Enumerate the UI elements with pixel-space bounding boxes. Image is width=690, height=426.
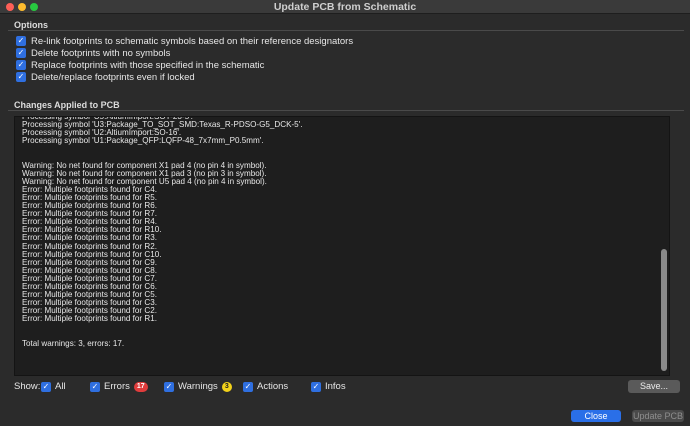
option-delete-footprints[interactable]: ✓ Delete footprints with no symbols (16, 47, 170, 59)
filter-warnings[interactable]: ✓ Warnings 3 (164, 381, 232, 392)
filter-infos[interactable]: ✓ Infos (311, 381, 346, 392)
filter-label: Actions (257, 381, 289, 392)
log-line: Error: Multiple footprints found for R1. (22, 314, 157, 324)
option-label: Replace footprints with those specified … (31, 59, 265, 71)
errors-count-badge: 17 (133, 381, 148, 392)
log-line: Total warnings: 3, errors: 17. (22, 338, 125, 348)
option-label: Delete footprints with no symbols (31, 47, 171, 59)
filter-all[interactable]: ✓ All (41, 381, 66, 392)
checkbox-checked-icon[interactable]: ✓ (311, 381, 321, 392)
log-scrollbar[interactable] (661, 121, 667, 373)
warnings-count-badge: 3 (221, 381, 232, 392)
filter-errors[interactable]: ✓ Errors 17 (90, 381, 148, 392)
checkbox-checked-icon[interactable]: ✓ (243, 381, 253, 392)
filter-actions[interactable]: ✓ Actions (243, 381, 288, 392)
window-title: Update PCB from Schematic (273, 1, 417, 13)
option-label: Re-link footprints to schematic symbols … (31, 35, 354, 47)
changes-divider (8, 110, 684, 111)
checkbox-checked-icon[interactable]: ✓ (16, 48, 26, 58)
checkbox-checked-icon[interactable]: ✓ (41, 381, 51, 392)
checkbox-checked-icon[interactable]: ✓ (16, 60, 26, 70)
filter-bar: Show: ✓ All ✓ Errors 17 ✓ Warnings 3 ✓ A… (14, 380, 680, 394)
checkbox-checked-icon[interactable]: ✓ (16, 72, 26, 82)
filter-label: All (55, 381, 66, 392)
checkbox-checked-icon[interactable]: ✓ (164, 381, 174, 392)
option-label: Delete/replace footprints even if locked (31, 71, 195, 83)
options-divider (8, 30, 684, 31)
show-label: Show: (14, 381, 41, 392)
changes-log[interactable]: Processing symbol 'U5:AltiumImport:SOT-2… (14, 116, 670, 376)
filter-label: Warnings (178, 381, 218, 392)
filter-label: Errors (104, 381, 130, 392)
checkbox-checked-icon[interactable]: ✓ (16, 36, 26, 46)
filter-label: Infos (325, 381, 346, 392)
log-lines: Processing symbol 'U5:AltiumImport:SOT-2… (22, 117, 302, 348)
title-bar: Update PCB from Schematic (0, 0, 690, 14)
update-pcb-button[interactable]: Update PCB (632, 410, 684, 422)
save-button[interactable]: Save... (628, 380, 680, 393)
changes-section-label: Changes Applied to PCB (14, 100, 120, 110)
close-button[interactable]: Close (571, 410, 621, 422)
option-relink-footprints[interactable]: ✓ Re-link footprints to schematic symbol… (16, 35, 353, 47)
checkbox-checked-icon[interactable]: ✓ (90, 381, 100, 392)
options-section-label: Options (14, 20, 48, 30)
option-replace-footprints[interactable]: ✓ Replace footprints with those specifie… (16, 59, 264, 71)
log-line: Processing symbol 'U1:Package_QFP:LQFP-4… (22, 136, 264, 146)
option-delete-locked[interactable]: ✓ Delete/replace footprints even if lock… (16, 71, 195, 83)
log-scroll-thumb[interactable] (661, 249, 667, 371)
